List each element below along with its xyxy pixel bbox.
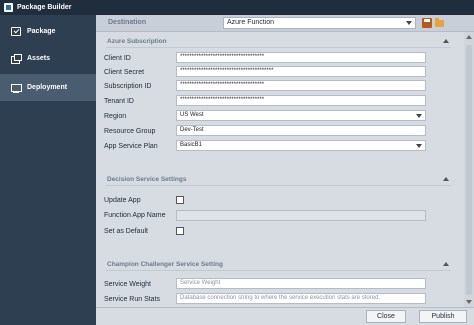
vertical-scrollbar[interactable]: [464, 32, 474, 307]
set-as-default-label: Set as Default: [104, 228, 148, 235]
service-run-stats-label: Service Run Stats: [104, 296, 161, 303]
sidebar-item-deployment[interactable]: Deployment: [0, 74, 96, 101]
destination-select[interactable]: Azure Function: [223, 17, 416, 29]
collapse-icon[interactable]: [443, 262, 449, 266]
collapse-icon[interactable]: [443, 39, 449, 43]
sidebar-item-label: Assets: [27, 55, 50, 62]
function-app-name-field[interactable]: [176, 210, 426, 221]
chevron-down-icon: [416, 144, 422, 148]
subscription-id-label: Subscription ID: [104, 83, 152, 90]
deployment-panel: Destination Azure Function Azure Subscri…: [96, 15, 474, 307]
publish-button[interactable]: Publish: [419, 310, 467, 323]
sidebar-item-package[interactable]: Package: [0, 18, 96, 45]
resource-group-label: Resource Group: [104, 128, 156, 135]
scroll-up-icon[interactable]: [466, 35, 472, 39]
client-secret-label: Client Secret: [104, 69, 145, 76]
section-header-decision-service: Decision Service Settings: [107, 176, 187, 183]
sidebar: Package Assets Deployment: [0, 15, 96, 325]
sidebar-item-assets[interactable]: Assets: [0, 45, 96, 72]
scroll-down-icon[interactable]: [466, 300, 472, 304]
close-button[interactable]: Close: [366, 310, 406, 323]
sidebar-item-label: Package: [27, 28, 56, 35]
assets-icon: [11, 54, 22, 64]
region-label: Region: [104, 113, 127, 120]
tenant-id-label: Tenant ID: [104, 98, 134, 105]
destination-value: Azure Function: [227, 19, 275, 26]
client-id-field[interactable]: ************************************: [176, 52, 426, 63]
save-icon[interactable]: [422, 18, 432, 28]
divider: [106, 270, 451, 271]
service-weight-label: Service Weight: [104, 281, 151, 288]
tenant-id-field[interactable]: ************************************: [176, 95, 426, 106]
footer-bar: Close Publish: [96, 307, 474, 325]
update-app-label: Update App: [104, 197, 141, 204]
client-secret-field[interactable]: ****************************************: [176, 66, 426, 77]
package-icon: [11, 27, 21, 36]
window-title: Package Builder: [17, 4, 72, 11]
divider: [106, 47, 451, 48]
divider: [106, 185, 451, 186]
app-service-plan-value: BasicB1: [180, 142, 203, 148]
chevron-down-icon: [416, 114, 422, 118]
set-as-default-checkbox[interactable]: [176, 227, 184, 235]
app-icon: [4, 3, 13, 12]
section-header-champion-challenger: Champion Challenger Service Setting: [107, 261, 223, 268]
function-app-name-label: Function App Name: [104, 212, 166, 219]
client-id-label: Client ID: [104, 55, 131, 62]
app-service-plan-select[interactable]: BasicB1: [176, 140, 426, 151]
update-app-checkbox[interactable]: [176, 196, 184, 204]
subscription-id-field[interactable]: ************************************: [176, 80, 426, 91]
region-select[interactable]: US West: [176, 110, 426, 121]
service-run-stats-field[interactable]: Database connection string to where the …: [176, 293, 426, 304]
resource-group-field[interactable]: Dev-Test: [176, 125, 426, 136]
region-value: US West: [180, 112, 204, 118]
title-bar: Package Builder: [0, 0, 474, 15]
destination-bar: Destination Azure Function: [96, 15, 474, 32]
app-service-plan-label: App Service Plan: [104, 143, 158, 150]
section-header-azure-subscription: Azure Subscription: [107, 38, 167, 45]
chevron-down-icon: [406, 21, 412, 25]
destination-label: Destination: [108, 19, 147, 26]
folder-icon[interactable]: [435, 18, 445, 28]
deployment-icon: [11, 83, 22, 93]
sidebar-item-label: Deployment: [27, 84, 68, 91]
scroll-thumb[interactable]: [466, 45, 472, 295]
service-weight-field[interactable]: Service Weight: [176, 278, 426, 289]
collapse-icon[interactable]: [443, 177, 449, 181]
